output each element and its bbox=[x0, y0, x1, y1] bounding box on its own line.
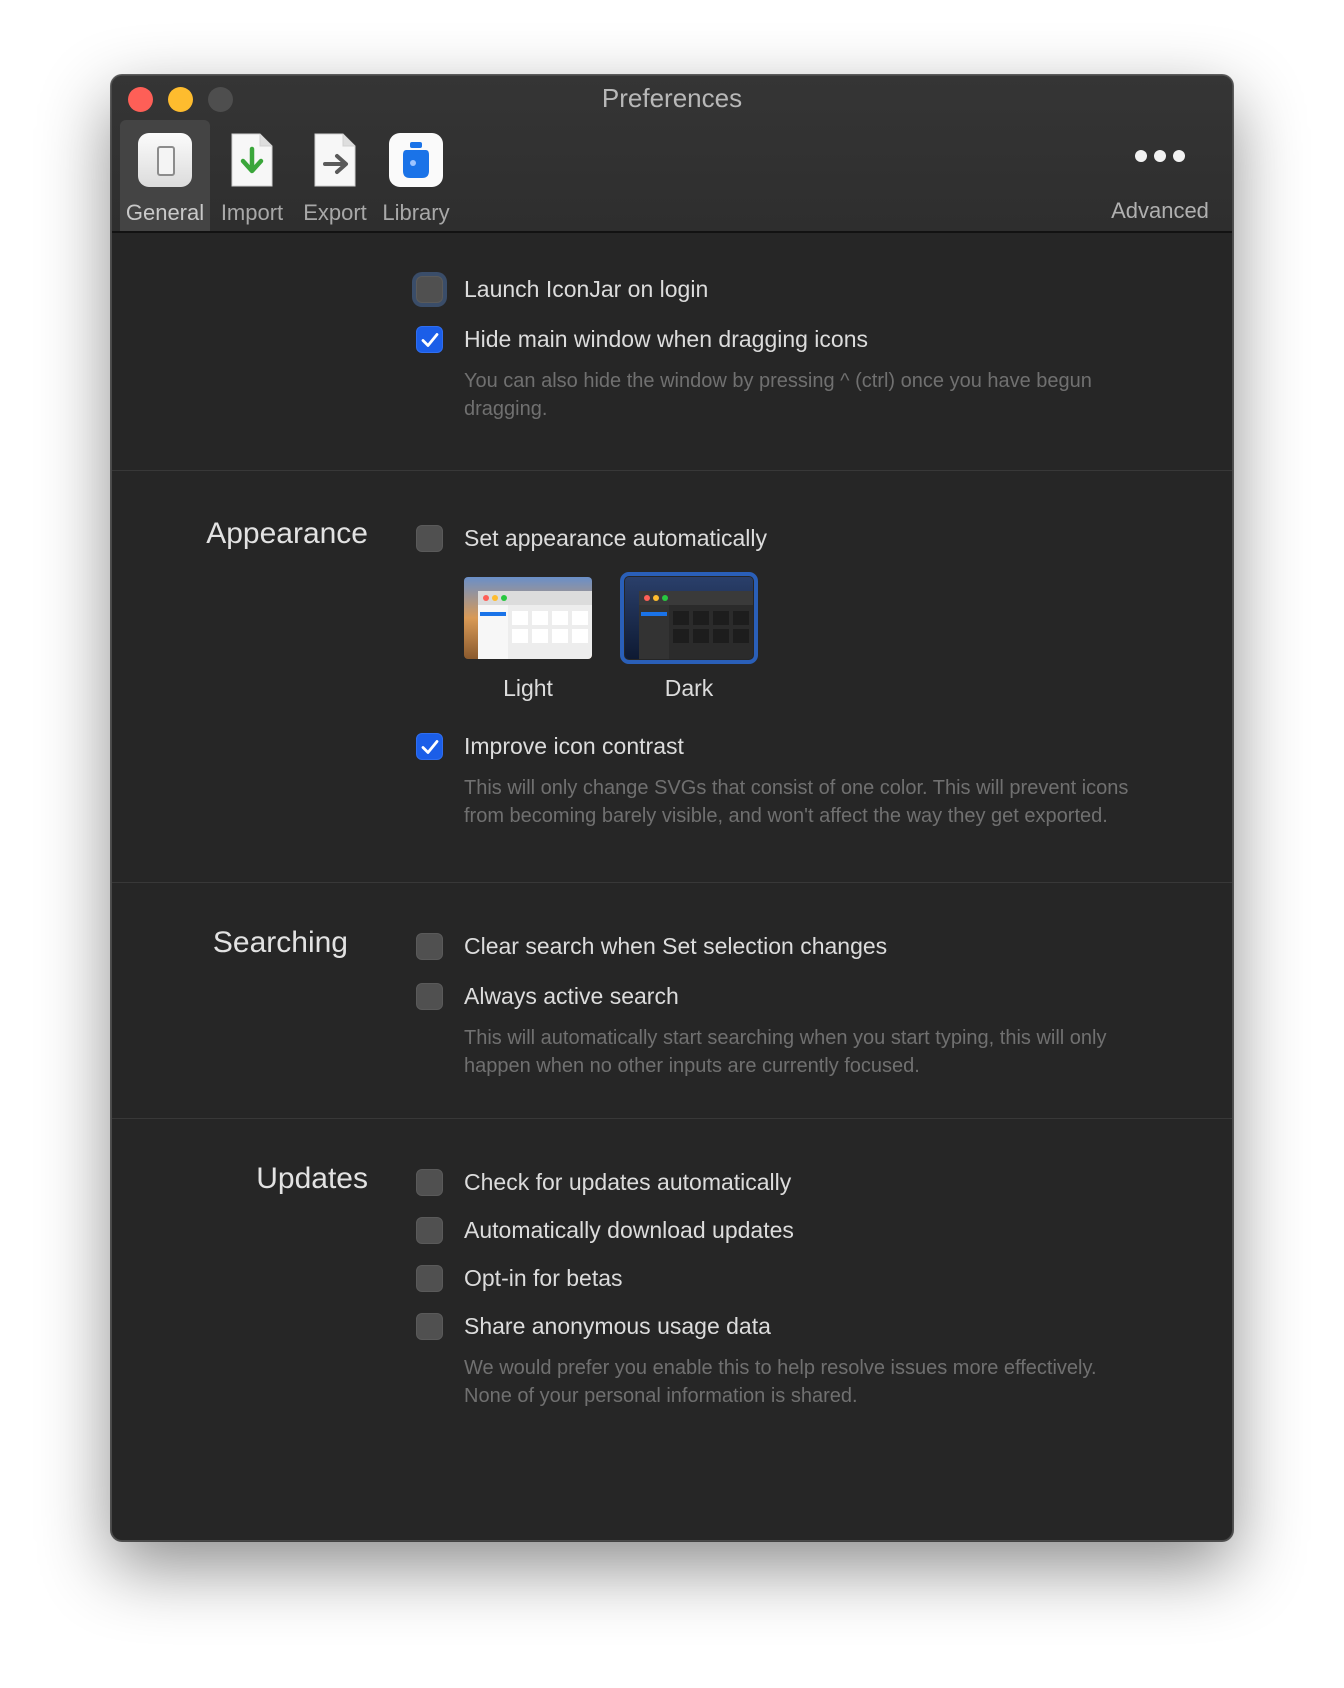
check-updates-checkbox[interactable] bbox=[416, 1169, 443, 1196]
tab-advanced[interactable]: Advanced bbox=[1108, 120, 1212, 224]
tab-advanced-label: Advanced bbox=[1111, 198, 1209, 223]
usage-data-checkbox[interactable] bbox=[416, 1313, 443, 1340]
updates-section: Updates Check for updates automatically … bbox=[112, 1118, 1232, 1540]
window-title: Preferences bbox=[601, 83, 743, 113]
checkmark-icon bbox=[421, 739, 438, 754]
clear-search-label: Clear search when Set selection changes bbox=[464, 933, 888, 959]
checkmark-icon bbox=[421, 332, 438, 347]
library-jar-icon bbox=[388, 132, 444, 188]
dark-theme-label: Dark bbox=[664, 675, 714, 701]
launch-login-label: Launch IconJar on login bbox=[464, 276, 709, 302]
active-search-help-text: This will automatically start searching … bbox=[464, 1027, 1107, 1077]
check-updates-option[interactable]: Check for updates automatically bbox=[416, 1169, 791, 1196]
searching-section: Searching Clear search when Set selectio… bbox=[112, 882, 1232, 1118]
launch-login-option[interactable]: Launch IconJar on login bbox=[416, 276, 708, 303]
tab-import-label: Import bbox=[220, 200, 284, 225]
export-document-icon bbox=[307, 132, 363, 188]
updates-title: Updates bbox=[256, 1162, 368, 1195]
tab-export-label: Export bbox=[303, 200, 367, 225]
tab-library[interactable]: Library bbox=[376, 120, 456, 231]
auto-appearance-checkbox[interactable] bbox=[416, 525, 443, 552]
tab-library-label: Library bbox=[382, 200, 450, 225]
appearance-section: Appearance Set appearance automatically … bbox=[112, 470, 1232, 882]
import-document-icon bbox=[224, 132, 280, 188]
tab-general-label: General bbox=[125, 200, 205, 225]
toolbar: Preferences General Import Export Librar… bbox=[112, 76, 1232, 233]
auto-appearance-option[interactable]: Set appearance automatically bbox=[416, 525, 767, 552]
download-updates-option[interactable]: Automatically download updates bbox=[416, 1217, 794, 1244]
dark-theme-preview bbox=[620, 572, 758, 664]
searching-title: Searching bbox=[212, 926, 348, 959]
usage-data-help-text: We would prefer you enable this to help … bbox=[464, 1357, 1097, 1407]
active-search-label: Always active search bbox=[464, 983, 679, 1009]
download-updates-checkbox[interactable] bbox=[416, 1217, 443, 1244]
tab-general[interactable]: General bbox=[120, 120, 210, 231]
usage-data-option[interactable]: Share anonymous usage data bbox=[416, 1313, 771, 1340]
launch-login-checkbox[interactable] bbox=[416, 276, 443, 303]
general-switch-icon bbox=[137, 132, 193, 188]
icon-contrast-help-text: This will only change SVGs that consist … bbox=[464, 777, 1129, 827]
clear-search-option[interactable]: Clear search when Set selection changes bbox=[416, 933, 887, 960]
preferences-window: Preferences General Import Export Librar… bbox=[111, 75, 1233, 1541]
hide-window-help-text: You can also hide the window by pressing… bbox=[464, 370, 1092, 420]
active-search-checkbox[interactable] bbox=[416, 983, 443, 1010]
icon-contrast-option[interactable]: Improve icon contrast bbox=[416, 733, 684, 760]
general-section: Launch IconJar on login Hide main window… bbox=[112, 233, 1232, 470]
icon-contrast-label: Improve icon contrast bbox=[464, 733, 684, 759]
check-updates-label: Check for updates automatically bbox=[464, 1169, 792, 1195]
betas-label: Opt-in for betas bbox=[464, 1265, 623, 1291]
clear-search-checkbox[interactable] bbox=[416, 933, 443, 960]
hide-window-label: Hide main window when dragging icons bbox=[464, 326, 869, 352]
auto-appearance-label: Set appearance automatically bbox=[464, 525, 768, 551]
light-theme-label: Light bbox=[503, 675, 553, 701]
betas-checkbox[interactable] bbox=[416, 1265, 443, 1292]
theme-dark-option[interactable]: Dark bbox=[620, 572, 758, 702]
hide-window-checkbox[interactable] bbox=[416, 326, 443, 353]
usage-data-label: Share anonymous usage data bbox=[464, 1313, 771, 1339]
icon-contrast-checkbox[interactable] bbox=[416, 733, 443, 760]
download-updates-label: Automatically download updates bbox=[464, 1217, 794, 1243]
betas-option[interactable]: Opt-in for betas bbox=[416, 1265, 623, 1292]
active-search-option[interactable]: Always active search bbox=[416, 983, 679, 1010]
appearance-title: Appearance bbox=[206, 517, 368, 550]
tab-export[interactable]: Export bbox=[294, 120, 376, 231]
tab-import[interactable]: Import bbox=[210, 120, 294, 231]
more-dots-icon bbox=[1108, 120, 1212, 186]
light-theme-preview bbox=[464, 577, 592, 659]
theme-light-option[interactable]: Light bbox=[464, 577, 592, 702]
hide-window-option[interactable]: Hide main window when dragging icons bbox=[416, 326, 868, 353]
